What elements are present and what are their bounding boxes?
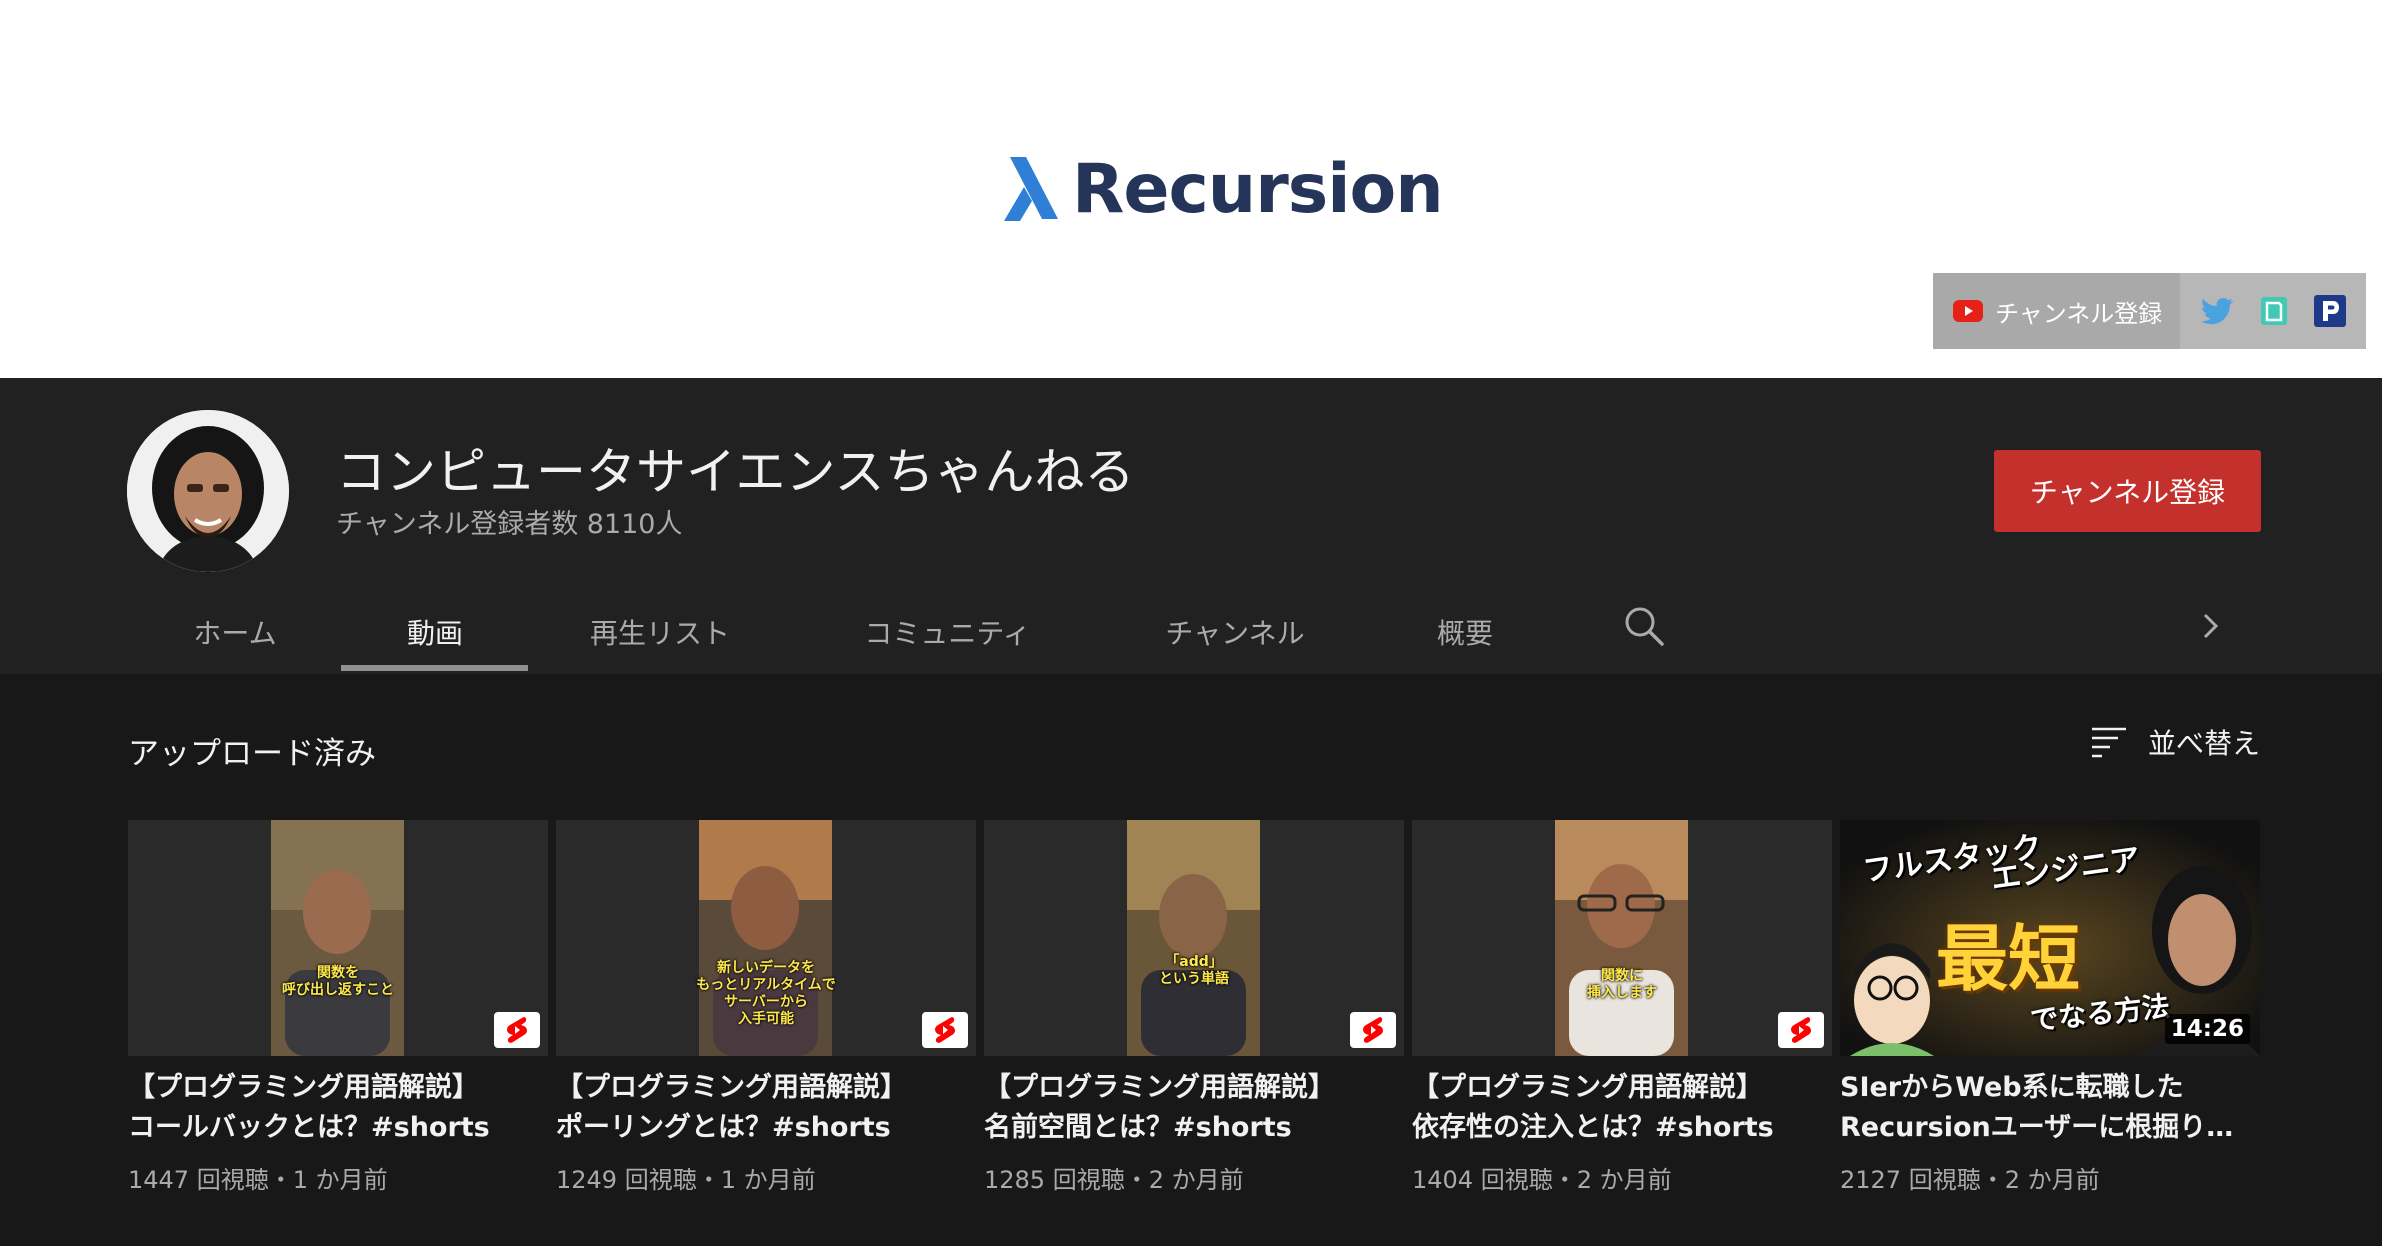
video-thumbnail[interactable]: フルスタック エンジニア 最短 でなる方法 14:26 (1840, 820, 2260, 1056)
banner-links: チャンネル登録 (1933, 273, 2366, 349)
note-icon[interactable] (2256, 293, 2292, 329)
video-card[interactable]: 新しいデータを もっとリアルタイムで サーバーから 入手可能 【プログラミング用… (556, 820, 976, 1195)
video-frame (1127, 820, 1260, 1056)
banner-subscribe-label: チャンネル登録 (1995, 299, 2163, 328)
sort-label: 並べ替え (2148, 727, 2261, 760)
video-title-line1: SIerからWeb系に転職した (1840, 1072, 2184, 1103)
thumbnail-caption: 関数を 呼び出し返すこと (282, 965, 394, 998)
shorts-icon (922, 1012, 968, 1048)
avatar[interactable] (127, 410, 289, 572)
shorts-icon (1778, 1012, 1824, 1048)
video-meta: 1285 回視聴・2 か月前 (984, 1166, 1244, 1194)
video-title-line2: ポーリングとは？#shorts (556, 1112, 891, 1143)
logo-text: Recursion (1072, 150, 1444, 229)
video-thumbnail[interactable]: 新しいデータを もっとリアルタイムで サーバーから 入手可能 (556, 820, 976, 1056)
video-title-line1: 【プログラミング用語解説】 (556, 1072, 907, 1103)
active-tab-indicator (341, 665, 528, 671)
tab-about[interactable]: 概要 (1410, 590, 1520, 674)
tab-playlists[interactable]: 再生リスト (570, 590, 750, 674)
thumbnail-caption: 新しいデータを もっとリアルタイムで サーバーから 入手可能 (696, 960, 836, 1027)
video-title-line2: 名前空間とは？#shorts (984, 1112, 1292, 1143)
video-frame (1555, 820, 1688, 1056)
video-meta: 2127 回視聴・2 か月前 (1840, 1166, 2100, 1194)
video-title[interactable]: 【プログラミング用語解説】 依存性の注入とは？#shorts (1412, 1068, 1832, 1148)
p-icon[interactable] (2312, 293, 2348, 329)
banner-subscribe-link[interactable]: チャンネル登録 (1933, 273, 2181, 349)
video-title-line1: 【プログラミング用語解説】 (128, 1072, 479, 1103)
video-meta: 1447 回視聴・1 か月前 (128, 1166, 388, 1194)
tab-community[interactable]: コミュニティ (845, 590, 1050, 674)
video-frame (271, 820, 404, 1056)
sort-button[interactable]: 並べ替え (2090, 722, 2260, 762)
thumbnail-caption: 関数に 挿入します (1587, 968, 1657, 1001)
search-icon[interactable] (1622, 604, 1666, 648)
recursion-logo: Recursion (1002, 150, 1444, 230)
video-title[interactable]: SIerからWeb系に転職した Recursionユーザーに根掘り… (1840, 1068, 2260, 1148)
video-card[interactable]: 関数に 挿入します 【プログラミング用語解説】 依存性の注入とは？#shorts… (1412, 820, 1832, 1195)
video-title-line2: コールバックとは？#shorts (128, 1112, 490, 1143)
video-title-line1: 【プログラミング用語解説】 (984, 1072, 1335, 1103)
video-thumbnail[interactable]: 「add」 という単語 (984, 820, 1404, 1056)
tab-home[interactable]: ホーム (170, 590, 300, 674)
video-title-line2: Recursionユーザーに根掘り… (1840, 1112, 2234, 1143)
video-title[interactable]: 【プログラミング用語解説】 名前空間とは？#shorts (984, 1068, 1404, 1148)
video-title[interactable]: 【プログラミング用語解説】 コールバックとは？#shorts (128, 1068, 548, 1148)
video-title-line2: 依存性の注入とは？#shorts (1412, 1112, 1774, 1143)
video-thumbnail[interactable]: 関数を 呼び出し返すこと (128, 820, 548, 1056)
sort-icon (2092, 727, 2126, 758)
channel-title: コンピュータサイエンスちゃんねる (336, 443, 1135, 501)
shorts-icon (494, 1012, 540, 1048)
shorts-icon (1350, 1012, 1396, 1048)
video-duration: 14:26 (2164, 1014, 2250, 1044)
video-card[interactable]: 関数を 呼び出し返すこと 【プログラミング用語解説】 コールバックとは？#sho… (128, 820, 548, 1195)
video-thumbnail[interactable]: 関数に 挿入します (1412, 820, 1832, 1056)
video-meta: 1404 回視聴・2 か月前 (1412, 1166, 1672, 1194)
lambda-logo-icon (1004, 157, 1058, 221)
video-card[interactable]: 「add」 という単語 【プログラミング用語解説】 名前空間とは？#shorts… (984, 820, 1404, 1195)
video-card[interactable]: フルスタック エンジニア 最短 でなる方法 14:26 SIerからWeb系に転… (1840, 820, 2260, 1195)
section-title: アップロード済み (128, 736, 376, 772)
thumbnail-caption: 「add」 という単語 (1159, 954, 1229, 987)
video-title-line1: 【プログラミング用語解説】 (1412, 1072, 1763, 1103)
thumbnail-text-3: 最短 (1936, 917, 2081, 1001)
channel-banner: Recursion チャンネル登録 (0, 0, 2382, 378)
tab-channels[interactable]: チャンネル (1150, 590, 1320, 674)
channel-tabs: ホーム 動画 再生リスト コミュニティ チャンネル 概要 (0, 590, 2382, 674)
chevron-right-icon[interactable] (2194, 610, 2226, 642)
subscriber-count: チャンネル登録者数 8110人 (336, 509, 683, 540)
video-title[interactable]: 【プログラミング用語解説】 ポーリングとは？#shorts (556, 1068, 976, 1148)
tab-videos[interactable]: 動画 (370, 590, 500, 674)
youtube-icon (1953, 300, 1983, 322)
video-meta: 1249 回視聴・1 か月前 (556, 1166, 816, 1194)
twitter-icon[interactable] (2200, 293, 2236, 329)
subscribe-button[interactable]: チャンネル登録 (1994, 450, 2261, 532)
